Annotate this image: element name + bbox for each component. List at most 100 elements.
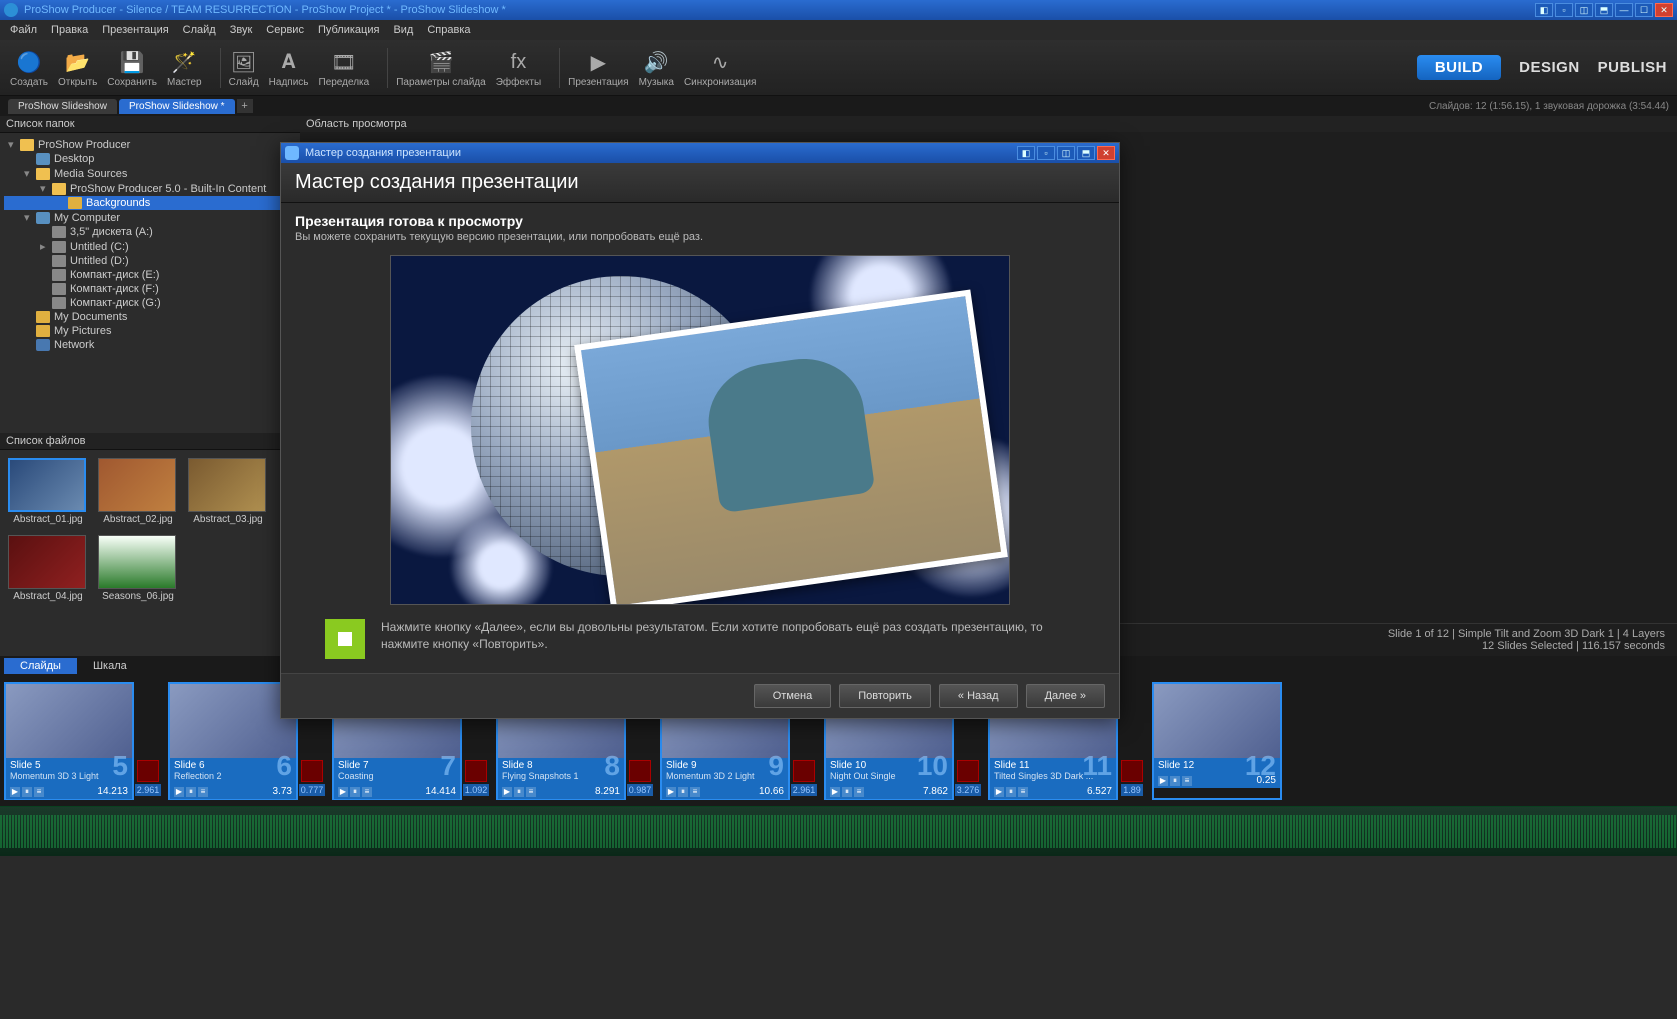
toolbar-Открыть[interactable]: 📂Открыть — [58, 47, 97, 88]
tree-node[interactable]: ▸Untitled (C:) — [4, 239, 296, 254]
toolbar-Создать[interactable]: 🔵Создать — [10, 47, 48, 88]
file-thumbnail[interactable]: Seasons_06.jpg — [98, 535, 178, 602]
dialog-back-button[interactable]: « Назад — [939, 684, 1018, 708]
menu-slide[interactable]: Слайд — [183, 24, 216, 36]
thumbnail-label: Abstract_02.jpg — [98, 514, 178, 525]
tb-btn-3[interactable]: ◫ — [1575, 3, 1593, 17]
dialog-description: Вы можете сохранить текущую версию презе… — [295, 231, 1105, 243]
tree-node[interactable]: Компакт-диск (G:) — [4, 296, 296, 310]
mode-publish[interactable]: PUBLISH — [1598, 59, 1667, 76]
transition-icon[interactable] — [629, 760, 651, 782]
transition-duration: 1.092 — [463, 784, 490, 796]
audio-waveform[interactable] — [0, 806, 1677, 856]
tree-toggle-icon[interactable]: ▾ — [24, 211, 36, 224]
tree-node[interactable]: My Pictures — [4, 324, 296, 338]
tree-node[interactable]: My Documents — [4, 310, 296, 324]
transition-icon[interactable] — [1121, 760, 1143, 782]
toolbar-Презентация[interactable]: ▶Презентация — [568, 47, 628, 88]
slide-play-controls[interactable]: ▶⏸≡ — [830, 787, 864, 797]
dialog-close-button[interactable]: ✕ — [1097, 146, 1115, 160]
transition-icon[interactable] — [793, 760, 815, 782]
timeline-slide[interactable]: 12Slide 12▶⏸≡0.25 — [1152, 682, 1312, 800]
toolbar-Синхронизация[interactable]: ∿Синхронизация — [684, 47, 756, 88]
transition-icon[interactable] — [957, 760, 979, 782]
doc-tab-2[interactable]: ProShow Slideshow * — [119, 99, 235, 114]
slide-play-controls[interactable]: ▶⏸≡ — [502, 787, 536, 797]
file-thumbnail[interactable]: Abstract_04.jpg — [8, 535, 88, 602]
tree-node[interactable]: Network — [4, 338, 296, 352]
slide-play-controls[interactable]: ▶⏸≡ — [1158, 776, 1192, 786]
timeline-tab-slides[interactable]: Слайды — [4, 658, 77, 674]
file-thumbnail[interactable]: Abstract_03.jpg — [188, 458, 268, 525]
dialog-next-button[interactable]: Далее » — [1026, 684, 1105, 708]
menu-service[interactable]: Сервис — [266, 24, 304, 36]
menu-edit[interactable]: Правка — [51, 24, 88, 36]
maximize-button[interactable]: ☐ — [1635, 3, 1653, 17]
transition-icon[interactable] — [137, 760, 159, 782]
tree-toggle-icon[interactable]: ▾ — [40, 182, 52, 195]
slide-number: 12 — [1245, 750, 1276, 782]
tree-toggle-icon[interactable]: ▸ — [40, 240, 52, 253]
doc-tab-1[interactable]: ProShow Slideshow — [8, 99, 117, 114]
stop-button[interactable] — [325, 619, 365, 659]
menu-publish[interactable]: Публикация — [318, 24, 379, 36]
dialog-titlebar[interactable]: Мастер создания презентации ◧ ▫ ◫ ⬒ ✕ — [281, 143, 1119, 163]
tree-node[interactable]: ▾ProShow Producer 5.0 - Built-In Content — [4, 181, 296, 196]
menu-sound[interactable]: Звук — [230, 24, 253, 36]
tb-btn-1[interactable]: ◧ — [1535, 3, 1553, 17]
dialog-ctrl-3[interactable]: ◫ — [1057, 146, 1075, 160]
dialog-repeat-button[interactable]: Повторить — [839, 684, 931, 708]
transition-icon[interactable] — [465, 760, 487, 782]
transition-icon[interactable] — [301, 760, 323, 782]
folder-tree[interactable]: ▾ProShow ProducerDesktop▾Media Sources▾P… — [0, 133, 300, 433]
folder-icon — [36, 311, 50, 323]
document-tabs: ProShow Slideshow ProShow Slideshow * + … — [0, 96, 1677, 116]
tree-node[interactable]: Компакт-диск (E:) — [4, 268, 296, 282]
tree-node[interactable]: Backgrounds — [4, 196, 296, 210]
timeline-slide[interactable]: 5Slide 5Momentum 3D 3 Light▶⏸≡14.2132.96… — [4, 682, 164, 800]
add-tab-button[interactable]: + — [237, 99, 253, 113]
tb-btn-4[interactable]: ⬒ — [1595, 3, 1613, 17]
tb-btn-2[interactable]: ▫ — [1555, 3, 1573, 17]
tree-toggle-icon[interactable]: ▾ — [8, 138, 20, 151]
tree-node[interactable]: ▾My Computer — [4, 210, 296, 225]
slide-play-controls[interactable]: ▶⏸≡ — [174, 787, 208, 797]
toolbar-Слайд[interactable]: 🖼Слайд — [229, 47, 259, 88]
toolbar-Эффекты[interactable]: fxЭффекты — [496, 47, 541, 88]
toolbar-Мастер[interactable]: 🪄Мастер — [167, 47, 202, 88]
tree-node[interactable]: Untitled (D:) — [4, 254, 296, 268]
tree-node[interactable]: 3,5" дискета (A:) — [4, 225, 296, 239]
dialog-ctrl-2[interactable]: ▫ — [1037, 146, 1055, 160]
toolbar-Переделка[interactable]: 🎞Переделка — [319, 47, 370, 88]
toolbar-icon: ∿ — [705, 47, 735, 77]
dialog-cancel-button[interactable]: Отмена — [754, 684, 831, 708]
tree-node[interactable]: ▾Media Sources — [4, 166, 296, 181]
toolbar-Параметры слайда[interactable]: 🎬Параметры слайда — [396, 47, 485, 88]
menu-help[interactable]: Справка — [427, 24, 470, 36]
mode-design[interactable]: DESIGN — [1519, 59, 1580, 76]
toolbar-Сохранить[interactable]: 💾Сохранить — [107, 47, 157, 88]
toolbar-Надпись[interactable]: 𝐀Надпись — [269, 47, 309, 88]
toolbar-Музыка[interactable]: 🔊Музыка — [639, 47, 674, 88]
menu-file[interactable]: Файл — [10, 24, 37, 36]
tree-toggle-icon[interactable]: ▾ — [24, 167, 36, 180]
tree-node[interactable]: ▾ProShow Producer — [4, 137, 296, 152]
mode-build[interactable]: BUILD — [1417, 55, 1501, 80]
timeline-tab-scale[interactable]: Шкала — [77, 658, 143, 674]
menu-presentation[interactable]: Презентация — [102, 24, 168, 36]
slide-play-controls[interactable]: ▶⏸≡ — [994, 787, 1028, 797]
tree-node[interactable]: Компакт-диск (F:) — [4, 282, 296, 296]
close-button[interactable]: ✕ — [1655, 3, 1673, 17]
dialog-ctrl-4[interactable]: ⬒ — [1077, 146, 1095, 160]
toolbar-icon: 💾 — [117, 47, 147, 77]
dialog-ctrl-1[interactable]: ◧ — [1017, 146, 1035, 160]
minimize-button[interactable]: — — [1615, 3, 1633, 17]
slide-play-controls[interactable]: ▶⏸≡ — [666, 787, 700, 797]
slide-play-controls[interactable]: ▶⏸≡ — [10, 787, 44, 797]
file-thumbnail[interactable]: Abstract_02.jpg — [98, 458, 178, 525]
file-thumbnail[interactable]: Abstract_01.jpg — [8, 458, 88, 525]
menu-view[interactable]: Вид — [393, 24, 413, 36]
slide-duration: 10.66 — [759, 786, 784, 797]
slide-play-controls[interactable]: ▶⏸≡ — [338, 787, 372, 797]
tree-node[interactable]: Desktop — [4, 152, 296, 166]
